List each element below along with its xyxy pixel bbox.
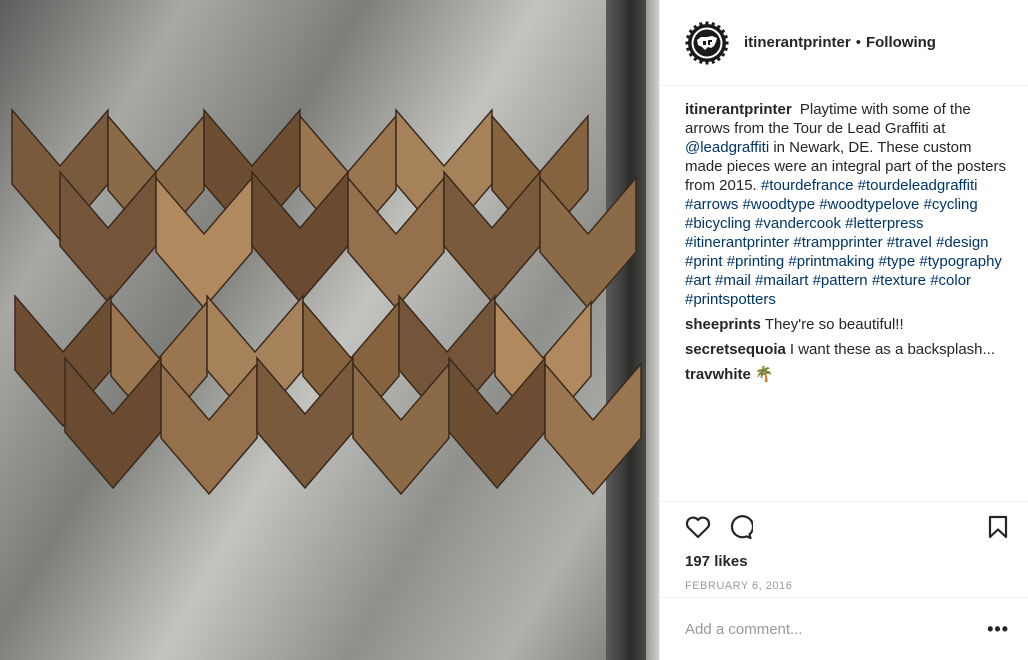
comment-text: 🌴	[754, 366, 774, 383]
bookmark-icon[interactable]	[987, 515, 1009, 539]
add-comment-bar: •••	[660, 597, 1028, 660]
hashtag-link[interactable]: #printing	[727, 253, 785, 270]
comment-author[interactable]: travwhite	[685, 366, 751, 383]
wood-chevron	[155, 175, 253, 310]
hashtag-link[interactable]: #mail	[715, 272, 751, 289]
comment-author[interactable]: secretsequoia	[685, 341, 786, 358]
wood-chevron	[539, 175, 637, 310]
caption-author[interactable]: itinerantprinter	[685, 101, 792, 118]
hashtag-link[interactable]: #vandercook	[755, 215, 841, 232]
comments-section: itinerantprinter Playtime with some of t…	[660, 86, 1028, 384]
hashtag-link[interactable]: #letterpress	[845, 215, 923, 232]
comment-text: I want these as a backsplash...	[789, 341, 996, 358]
post-sidebar: itinerantprinter • Following itinerantpr…	[659, 0, 1028, 660]
hashtag-link[interactable]: #pattern	[813, 272, 868, 289]
hashtag-link[interactable]: #travel	[887, 234, 932, 251]
post-header: itinerantprinter • Following	[660, 0, 1028, 86]
comment-input[interactable]	[685, 620, 988, 638]
wood-chevron	[443, 169, 541, 304]
header-separator: •	[855, 34, 861, 51]
hashtag-link[interactable]: #typography	[919, 253, 1002, 270]
hashtag-link[interactable]: #cycling	[924, 196, 978, 213]
usa-gear-logo-icon[interactable]	[685, 21, 729, 65]
hashtag-link[interactable]: #trampprinter	[793, 234, 882, 251]
comment-item: travwhite 🌴	[685, 365, 1008, 384]
wooden-arrows-image	[11, 107, 642, 496]
hashtag-link[interactable]: #texture	[872, 272, 926, 289]
heart-icon[interactable]	[685, 515, 711, 539]
post-actions: 197 likes FEBRUARY 6, 2016	[660, 501, 1028, 592]
hashtag-link[interactable]: #type	[878, 253, 915, 270]
hashtag-link[interactable]: #woodtype	[743, 196, 816, 213]
wood-chevron	[251, 169, 349, 304]
hashtag-link[interactable]: #print	[685, 253, 723, 270]
hashtag-link[interactable]: #design	[936, 234, 989, 251]
wood-chevron	[544, 361, 642, 496]
hashtag-list: #tourdefrance #tourdeleadgraffiti #arrow…	[685, 177, 1002, 308]
hashtag-link[interactable]: #itinerantprinter	[685, 234, 789, 251]
more-options-icon[interactable]: •••	[987, 619, 1009, 640]
hashtag-link[interactable]: #tourdefrance	[761, 177, 854, 194]
hashtag-link[interactable]: #printspotters	[685, 291, 776, 308]
hashtag-link[interactable]: #arrows	[685, 196, 738, 213]
like-count[interactable]: 197 likes	[685, 553, 1009, 570]
hashtag-link[interactable]: #woodtypelove	[819, 196, 919, 213]
hashtag-link[interactable]: #tourdeleadgraffiti	[858, 177, 978, 194]
hashtag-link[interactable]: #art	[685, 272, 711, 289]
hashtag-link[interactable]: #color	[930, 272, 971, 289]
comment-text: They're so beautiful!!	[764, 316, 904, 333]
post-date[interactable]: FEBRUARY 6, 2016	[685, 580, 1009, 592]
comment-author[interactable]: sheeprints	[685, 316, 761, 333]
caption: itinerantprinter Playtime with some of t…	[685, 100, 1008, 309]
hashtag-link[interactable]: #bicycling	[685, 215, 751, 232]
wood-chevron	[59, 169, 157, 304]
wood-chevron	[160, 361, 258, 496]
hashtag-link[interactable]: #mailart	[755, 272, 808, 289]
comment-bubble-icon[interactable]	[727, 514, 753, 540]
comment-item: sheeprints They're so beautiful!!	[685, 315, 1008, 334]
hashtag-link[interactable]: #printmaking	[788, 253, 874, 270]
following-button[interactable]: Following	[866, 34, 936, 51]
wood-chevron	[352, 361, 450, 496]
wood-chevron	[347, 175, 445, 310]
post-photo[interactable]	[0, 0, 659, 660]
comment-list: sheeprints They're so beautiful!! secretse…	[685, 315, 1008, 384]
post-author-username[interactable]: itinerantprinter	[744, 34, 851, 51]
mention-link[interactable]: @leadgraffiti	[685, 139, 769, 156]
instagram-post: itinerantprinter • Following itinerantpr…	[0, 0, 1028, 660]
comment-item: secretsequoia I want these as a backsplas…	[685, 340, 1008, 359]
